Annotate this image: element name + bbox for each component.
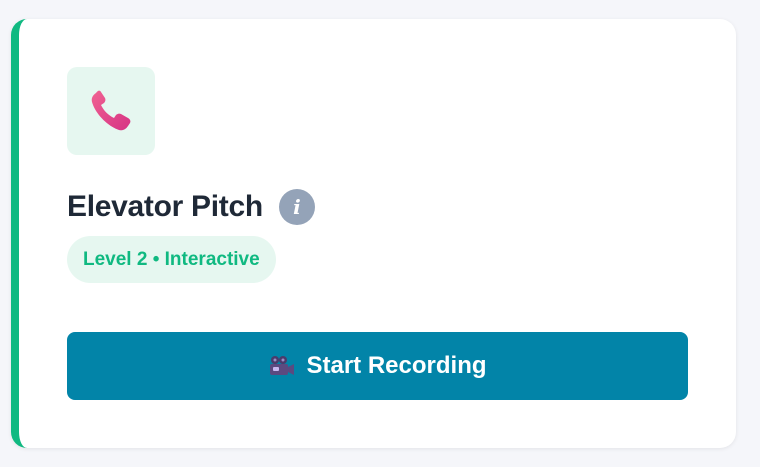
exercise-icon-tile xyxy=(67,67,155,155)
title-row: Elevator Pitch i xyxy=(67,189,315,225)
info-icon[interactable]: i xyxy=(278,189,315,225)
exercise-title: Elevator Pitch xyxy=(67,190,263,223)
movie-camera-icon xyxy=(268,354,296,378)
exercise-card: Elevator Pitch i Level 2 • Interactive S… xyxy=(11,19,736,448)
level-badge: Level 2 • Interactive xyxy=(67,236,276,283)
start-recording-label: Start Recording xyxy=(306,352,487,379)
telephone-receiver-icon xyxy=(91,90,131,131)
start-recording-button[interactable]: Start Recording xyxy=(67,332,688,400)
